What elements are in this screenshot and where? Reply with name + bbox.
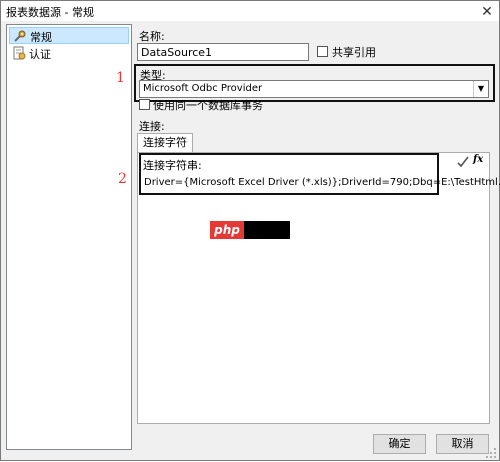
watermark-logo: php	[210, 221, 244, 239]
chevron-down-icon[interactable]: ▼	[473, 81, 488, 97]
window-title: 报表数据源 - 常规	[6, 6, 94, 19]
type-value: Microsoft Odbc Provider	[143, 83, 263, 94]
annotation-marker-2: 2	[118, 171, 127, 187]
connection-string-value[interactable]: Driver={Microsoft Excel Driver (*.xls)};…	[144, 177, 500, 188]
single-txn-checkbox[interactable]	[139, 99, 150, 110]
connection-label: 连接:	[139, 120, 165, 133]
resize-grip-icon[interactable]	[485, 447, 497, 459]
nav-item-label: 认证	[29, 48, 51, 61]
nav-list: 常规 认证	[6, 24, 132, 450]
name-label: 名称:	[139, 30, 165, 43]
annotation-marker-1: 1	[116, 70, 125, 86]
type-select[interactable]: Microsoft Odbc Provider ▼	[139, 80, 489, 98]
check-icon[interactable]	[457, 155, 469, 169]
nav-item-label: 常规	[30, 31, 52, 44]
single-txn-label: 使用同一个数据库事务	[153, 99, 263, 112]
nav-item-auth[interactable]: 认证	[9, 45, 129, 62]
shared-ref-checkbox[interactable]	[317, 46, 328, 57]
name-field[interactable]	[137, 43, 309, 61]
conn-string-label: 连接字符串:	[143, 159, 202, 172]
title-bar: 报表数据源 - 常规 ✕	[1, 1, 499, 21]
document-icon	[12, 46, 26, 60]
cancel-button[interactable]: 取消	[436, 434, 489, 454]
gear-icon	[13, 29, 27, 43]
nav-item-general[interactable]: 常规	[9, 27, 129, 44]
tab-connection-string[interactable]: 连接字符串	[137, 133, 193, 167]
ok-button[interactable]: 确定	[373, 434, 426, 454]
close-button[interactable]: ✕	[475, 2, 499, 22]
shared-ref-label: 共享引用	[332, 46, 376, 59]
watermark-redaction	[244, 221, 290, 239]
fx-icon[interactable]: fx	[473, 154, 483, 165]
